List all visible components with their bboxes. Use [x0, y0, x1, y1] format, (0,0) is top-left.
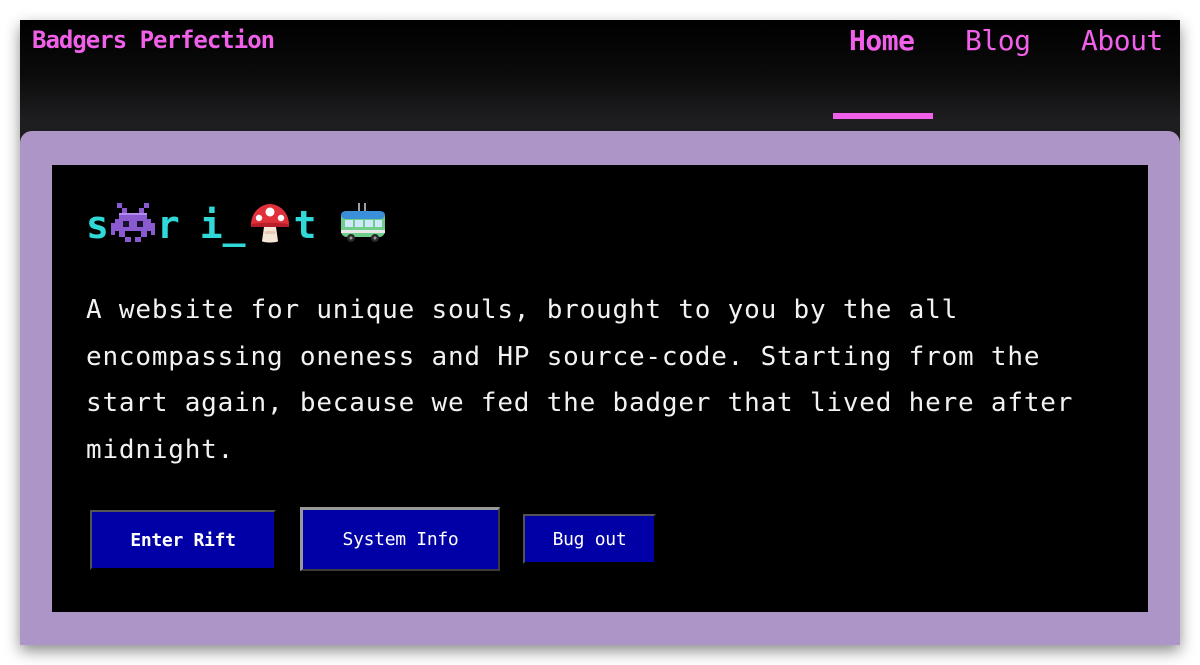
mushroom-icon [248, 201, 292, 249]
active-nav-indicator [833, 113, 933, 119]
nav-blog-link[interactable]: Blog [965, 24, 1031, 57]
nav-about-link[interactable]: About [1081, 24, 1163, 57]
hero-title: s r i _ t [86, 200, 390, 250]
title-letter-r: r [156, 203, 180, 247]
navbar: Badgers Perfection Home Blog About [20, 20, 1180, 120]
title-letter-s: s [86, 203, 109, 247]
browser-page: Badgers Perfection Home Blog About s r i… [20, 20, 1180, 645]
system-info-button[interactable]: System Info [300, 507, 500, 571]
bug-out-button[interactable]: Bug out [523, 514, 656, 564]
hero-card: s r i _ t A website for unique souls, br… [20, 131, 1180, 645]
hero-description: A website for unique souls, brought to y… [86, 295, 1074, 465]
title-letter-i: i [199, 203, 223, 247]
hero-panel: s r i _ t A website for unique souls, br… [52, 165, 1148, 612]
alien-monster-icon [110, 201, 155, 249]
enter-rift-button[interactable]: Enter Rift [90, 510, 276, 570]
title-letter-t: t [293, 203, 317, 247]
site-brand-link[interactable]: Badgers Perfection [32, 26, 275, 54]
title-underscore: _ [222, 203, 246, 247]
trolleybus-icon [338, 201, 388, 249]
nav-home-link[interactable]: Home [849, 24, 915, 57]
